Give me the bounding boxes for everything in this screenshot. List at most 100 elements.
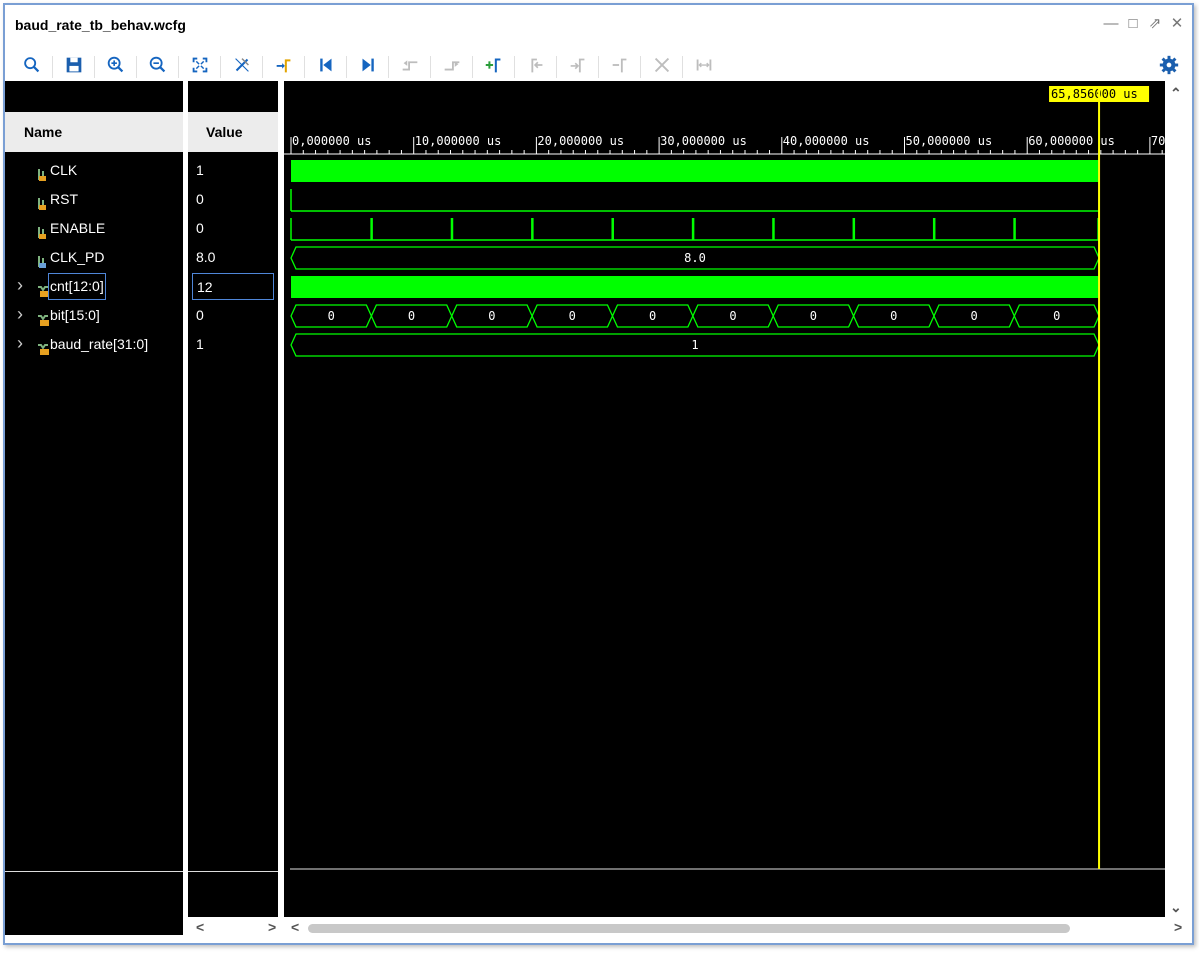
go-to-end-icon [357,54,379,79]
bit-segment-label: 0 [488,309,495,323]
name-column-header[interactable]: Name [5,112,183,152]
zoom-fit-button[interactable] [188,54,212,78]
bus-signal-icon [37,279,49,297]
signal-value[interactable]: 0 [196,214,204,243]
restore-icon[interactable]: ⇗ [1146,15,1164,33]
delete-all-markers-icon [651,54,673,79]
waveform-canvas[interactable]: 0,000000 us 10,000000 us 20,000000 us 30,00… [284,81,1165,917]
toolbar-separator [304,56,305,78]
enable-pulse [531,218,534,240]
signal-name: ENABLE [50,220,106,236]
toolbar-separator [262,56,263,78]
signal-value[interactable]: 12 [192,273,274,300]
signal-value[interactable]: 0 [196,301,204,330]
enable-pulse [772,218,775,240]
waveform-horizontal-scrollbar[interactable]: < > [284,919,1186,937]
bit-segment-label: 0 [810,309,817,323]
toolbar-separator [52,56,53,78]
settings-button[interactable] [1157,54,1181,78]
previous-marker-icon [525,54,547,79]
enable-pulse [852,218,856,240]
next-marker-button[interactable] [566,54,590,78]
toolbar-separator [682,56,683,78]
previous-marker-button[interactable] [524,54,548,78]
search-button[interactable] [20,54,44,78]
bit-segment-label: 0 [729,309,736,323]
bus-signal-icon [37,337,49,355]
toolbar-separator [514,56,515,78]
go-to-end-button[interactable] [356,54,380,78]
value-column-header[interactable]: Value [188,112,278,152]
signal-value-panel: Value 1 0 0 8.0 12 0 1 [188,81,278,917]
expand-chevron-icon[interactable]: › [17,329,23,358]
tick-label: 40,000000 us [783,134,870,148]
signal-row[interactable]: CLK [5,156,183,185]
scroll-left-icon[interactable]: < [196,919,204,935]
signal-name: bit[15:0] [50,307,100,323]
signal-value[interactable]: 1 [196,156,204,185]
close-icon[interactable]: ✕ [1168,15,1186,33]
add-marker-icon [483,54,505,79]
expand-chevron-icon[interactable]: › [17,300,23,329]
tick-label: 20,000000 us [537,134,624,148]
delete-all-markers-button[interactable] [650,54,674,78]
scroll-up-icon[interactable]: ⌃ [1170,85,1182,102]
signal-row[interactable]: RST [5,185,183,214]
snap-button[interactable] [230,54,254,78]
vertical-scrollbar[interactable]: ⌃ ⌄ [1166,81,1186,917]
signal-row[interactable]: › cnt[12:0] [5,272,183,301]
go-to-start-icon [315,54,337,79]
scroll-down-icon[interactable]: ⌄ [1170,899,1182,916]
signal-name: baud_rate[31:0] [50,336,149,352]
scroll-right-icon[interactable]: > [268,919,276,935]
zoom-fit-icon [189,54,211,79]
divider [188,871,278,872]
scroll-right-icon[interactable]: > [1174,919,1182,935]
value-horizontal-scrollbar[interactable]: < > [188,919,278,937]
bus-signal-icon [37,308,49,326]
toolbar-separator [220,56,221,78]
save-button[interactable] [62,54,86,78]
previous-transition-button[interactable] [398,54,422,78]
toolbar-separator [430,56,431,78]
divider [5,871,183,872]
swap-cursors-icon [693,54,715,79]
scalar-signal-icon [37,250,49,268]
delete-marker-icon [609,54,631,79]
tick-label: 30,000000 us [660,134,747,148]
clk-waveform[interactable] [291,160,1100,182]
zoom-out-button[interactable] [146,54,170,78]
signal-value[interactable]: 8.0 [196,243,215,272]
signal-value[interactable]: 1 [196,330,204,359]
maximize-icon[interactable]: □ [1124,15,1142,33]
delete-marker-button[interactable] [608,54,632,78]
go-to-start-button[interactable] [314,54,338,78]
signal-row[interactable]: CLK_PD [5,243,183,272]
signal-value[interactable]: 0 [196,185,204,214]
scroll-left-icon[interactable]: < [291,919,299,935]
clk-pd-waveform-label: 8.0 [684,251,706,265]
gear-icon [1158,54,1180,79]
save-icon [63,54,85,79]
minimize-icon[interactable]: — [1102,15,1120,33]
signal-row[interactable]: › bit[15:0] [5,301,183,330]
signal-name: RST [50,191,78,207]
enable-pulse [1013,218,1016,240]
expand-chevron-icon[interactable]: › [17,271,23,300]
toolbar [5,49,1192,83]
swap-cursors-button[interactable] [692,54,716,78]
toolbar-separator [472,56,473,78]
signal-row[interactable]: ENABLE [5,214,183,243]
bit-segment-label: 0 [1053,309,1060,323]
add-marker-button[interactable] [482,54,506,78]
waveform-panel[interactable]: 0,000000 us 10,000000 us 20,000000 us 30,00… [284,81,1165,917]
signal-name: CLK [50,162,78,178]
signal-row[interactable]: › baud_rate[31:0] [5,330,183,359]
scrollbar-thumb[interactable] [308,924,1070,933]
go-to-cursor-button[interactable] [272,54,296,78]
tick-label: 0,000000 us [292,134,371,148]
cnt-waveform[interactable] [291,276,1100,298]
previous-transition-icon [399,54,421,79]
next-transition-button[interactable] [440,54,464,78]
zoom-in-button[interactable] [104,54,128,78]
